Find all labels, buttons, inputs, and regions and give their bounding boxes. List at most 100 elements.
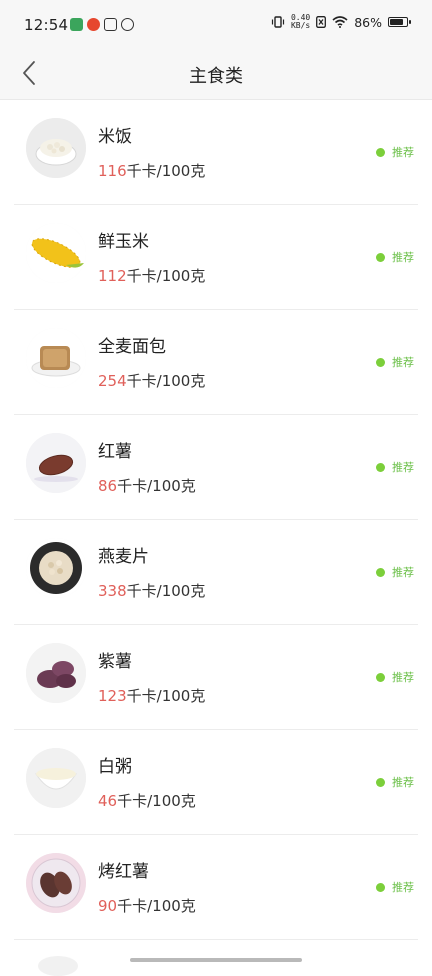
food-list: 米饭 116千卡/100克 推荐 鲜玉米 112千卡/100克 推荐 全麦面包 254千卡/1… (0, 100, 432, 940)
food-thumbnail (26, 433, 86, 493)
recommend-dot-icon (376, 252, 385, 262)
recommend-dot-icon (376, 357, 385, 367)
vibrate-icon (271, 16, 285, 28)
calorie-value: 116 (98, 162, 127, 180)
food-list-item[interactable]: 紫薯 123千卡/100克 推荐 (14, 625, 418, 730)
calorie-value: 254 (98, 372, 127, 390)
food-calories: 116千卡/100克 (98, 160, 205, 181)
recommend-label: 推荐 (392, 146, 414, 159)
status-bar: 12:54 0.40 KB/s 86% (0, 0, 432, 50)
wifi-icon (332, 16, 348, 28)
food-list-item[interactable]: 燕麦片 338千卡/100克 推荐 (14, 520, 418, 625)
recommend-dot-icon (376, 147, 385, 157)
calorie-unit: 千卡/100克 (117, 897, 196, 915)
calorie-unit: 千卡/100克 (126, 372, 206, 390)
status-time: 12:54 (24, 16, 69, 34)
food-calories: 46千卡/100克 (98, 790, 196, 811)
calorie-unit: 千卡/100克 (117, 477, 196, 495)
food-thumbnail (26, 643, 86, 703)
food-calories: 86千卡/100克 (98, 475, 196, 496)
food-name: 烤红薯 (98, 862, 149, 882)
food-list-item[interactable]: 全麦面包 254千卡/100克 推荐 (14, 310, 418, 415)
recommend-label: 推荐 (392, 881, 414, 894)
recommend-tag: 推荐 (376, 564, 414, 580)
net-speed-unit: KB/s (290, 21, 311, 30)
battery-level-fill (390, 19, 403, 25)
oat-flakes-icon (26, 538, 86, 598)
calorie-value: 46 (98, 792, 118, 810)
calorie-value: 112 (98, 267, 127, 285)
calorie-unit: 千卡/100克 (126, 162, 206, 180)
net-speed: 0.40 KB/s (291, 14, 310, 30)
recommend-label: 推荐 (392, 461, 414, 474)
recommend-tag: 推荐 (376, 354, 414, 370)
nav-header: 主食类 (0, 50, 432, 100)
food-thumbnail (26, 853, 86, 913)
recommend-tag: 推荐 (376, 144, 414, 160)
corn-icon (26, 223, 86, 283)
battery-percent: 86% (354, 14, 382, 30)
weibo-app-icon (87, 18, 100, 31)
food-name: 燕麦片 (98, 547, 149, 567)
recommend-dot-icon (376, 567, 385, 577)
recommend-tag: 推荐 (376, 459, 414, 475)
purple-potato-icon (26, 643, 86, 703)
calorie-unit: 千卡/100克 (126, 687, 206, 705)
sim-off-icon (316, 16, 327, 28)
calorie-unit: 千卡/100克 (126, 582, 206, 600)
notification-icons (70, 18, 134, 31)
recommend-tag: 推荐 (376, 774, 414, 790)
food-list-item[interactable]: 鲜玉米 112千卡/100克 推荐 (14, 205, 418, 310)
food-list-item[interactable]: 白粥 46千卡/100克 推荐 (14, 730, 418, 835)
calorie-value: 90 (98, 897, 118, 915)
recommend-dot-icon (376, 672, 385, 682)
recommend-label: 推荐 (392, 671, 414, 684)
food-calories: 338千卡/100克 (98, 580, 205, 601)
recommend-tag: 推荐 (376, 879, 414, 895)
link-app-icon (121, 18, 134, 31)
store-app-icon (104, 18, 117, 31)
calorie-unit: 千卡/100克 (126, 267, 206, 285)
calorie-value: 338 (98, 582, 127, 600)
home-indicator[interactable] (130, 958, 302, 962)
next-item-thumbnail-peek (38, 956, 78, 976)
recommend-tag: 推荐 (376, 249, 414, 265)
food-thumbnail (26, 328, 86, 388)
food-list-item[interactable]: 米饭 116千卡/100克 推荐 (14, 100, 418, 205)
food-name: 米饭 (98, 127, 132, 147)
baked-sweet-potato-icon (26, 853, 86, 913)
battery-icon (388, 17, 411, 27)
food-list-item[interactable]: 烤红薯 90千卡/100克 推荐 (14, 835, 418, 940)
calorie-unit: 千卡/100克 (117, 792, 196, 810)
food-name: 红薯 (98, 442, 132, 462)
map-app-icon (70, 18, 83, 31)
food-name: 鲜玉米 (98, 232, 149, 252)
recommend-dot-icon (376, 882, 385, 892)
food-thumbnail (26, 118, 86, 178)
recommend-label: 推荐 (392, 356, 414, 369)
page-title: 主食类 (189, 66, 243, 87)
food-name: 全麦面包 (98, 337, 166, 357)
food-thumbnail (26, 223, 86, 283)
bread-icon (26, 328, 86, 388)
food-calories: 254千卡/100克 (98, 370, 205, 391)
food-name: 紫薯 (98, 652, 132, 672)
status-right: 0.40 KB/s 86% (271, 14, 411, 30)
recommend-label: 推荐 (392, 776, 414, 789)
food-thumbnail (26, 538, 86, 598)
congee-bowl-icon (26, 748, 86, 808)
recommend-dot-icon (376, 462, 385, 472)
food-calories: 123千卡/100克 (98, 685, 205, 706)
recommend-dot-icon (376, 777, 385, 787)
food-calories: 112千卡/100克 (98, 265, 205, 286)
sweet-potato-icon (26, 433, 86, 493)
food-thumbnail (26, 748, 86, 808)
calorie-value: 86 (98, 477, 118, 495)
food-name: 白粥 (98, 757, 132, 777)
recommend-label: 推荐 (392, 566, 414, 579)
food-calories: 90千卡/100克 (98, 895, 196, 916)
recommend-tag: 推荐 (376, 669, 414, 685)
food-list-item[interactable]: 红薯 86千卡/100克 推荐 (14, 415, 418, 520)
rice-bowl-icon (26, 118, 86, 178)
recommend-label: 推荐 (392, 251, 414, 264)
